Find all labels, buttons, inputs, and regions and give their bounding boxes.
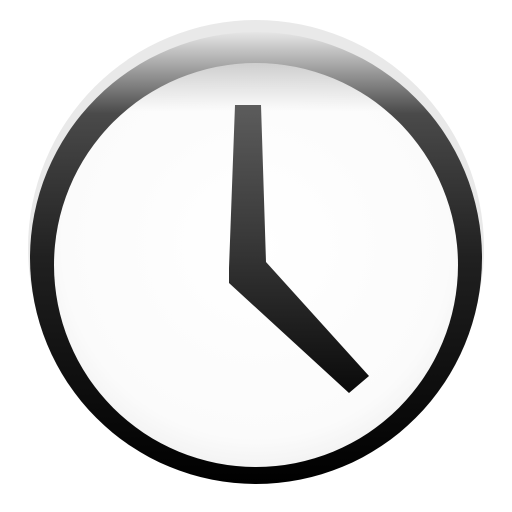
clock-app-icon[interactable] xyxy=(0,0,512,512)
clock-icon xyxy=(28,20,484,484)
